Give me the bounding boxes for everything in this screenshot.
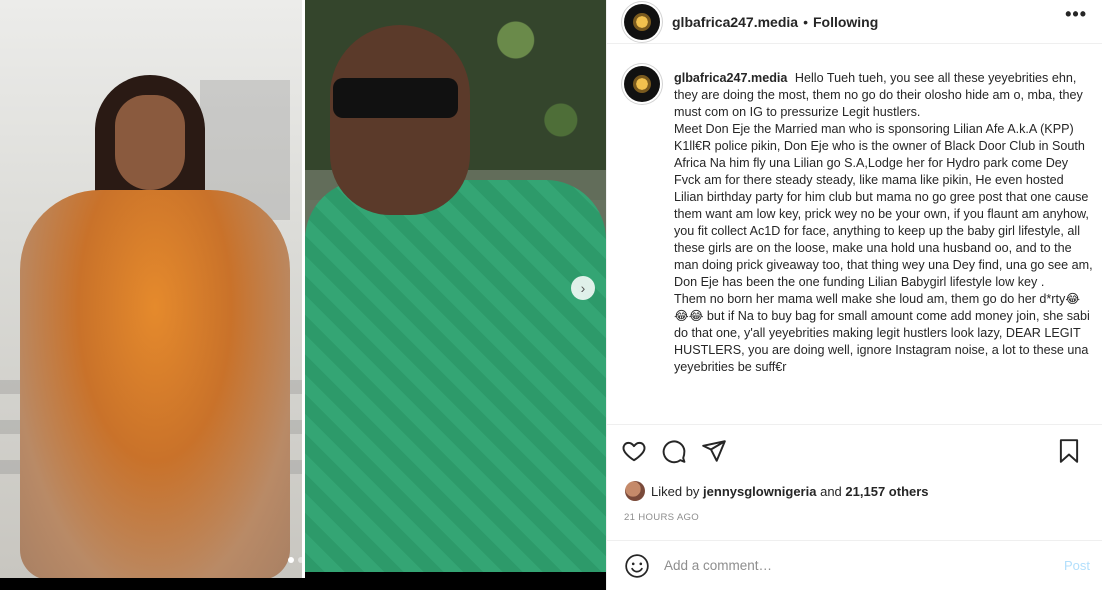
action-bar [621,438,727,464]
bookmark-icon[interactable] [1056,438,1082,464]
caption-author-avatar[interactable] [624,66,660,102]
likes-middle: and [820,483,842,499]
post-timestamp[interactable]: 21 HOURS AGO [624,512,699,523]
sunglasses [333,78,458,118]
likes-summary: Liked by jennysglownigeria and 21,157 ot… [625,481,929,501]
caption-text: glbafrica247.media Hello Tueh tueh, you … [674,70,1094,376]
post-media[interactable]: › [0,0,606,590]
liker-username[interactable]: jennysglownigeria [703,484,816,499]
caption-section[interactable]: glbafrica247.media Hello Tueh tueh, you … [607,62,1102,424]
liker-avatar[interactable] [625,481,645,501]
comment-input[interactable] [664,558,1044,573]
author-avatar[interactable] [624,3,660,40]
caption-username[interactable]: glbafrica247.media [674,71,787,85]
media-bottom-strip [0,578,606,590]
following-button[interactable]: Following [813,14,878,30]
header-separator: • [803,13,808,30]
post-detail-panel: glbafrica247.media • Following ••• glbaf… [606,0,1102,590]
carousel-dots [288,557,304,563]
carousel-dot-1 [288,557,294,563]
comment-composer: Post [607,541,1102,590]
photo-woman-orange-dress [0,0,302,578]
man-head [330,25,470,215]
author-username[interactable]: glbafrica247.media [672,14,798,30]
more-options-icon[interactable]: ••• [1065,4,1087,25]
comment-bubble-icon[interactable] [661,438,687,464]
caption-paragraph-3: Them no born her mama well make she loud… [674,292,1090,374]
caption-paragraph-2: Meet Don Eje the Married man who is spon… [674,122,1093,289]
post-comment-button[interactable]: Post [1064,558,1090,573]
smiley-icon[interactable] [624,553,650,579]
paper-plane-icon[interactable] [701,438,727,464]
green-shirt [305,180,606,572]
carousel-next-button[interactable]: › [571,276,595,300]
logo-icon [633,12,651,31]
likes-prefix: Liked by [651,483,700,499]
carousel-dot-2 [298,557,304,563]
divider [607,424,1102,425]
likes-others-link[interactable]: 21,157 others [845,484,928,499]
post-header: glbafrica247.media • Following ••• [607,0,1102,44]
logo-icon [633,75,651,93]
heart-icon[interactable] [621,438,647,464]
chevron-right-icon: › [580,280,586,296]
